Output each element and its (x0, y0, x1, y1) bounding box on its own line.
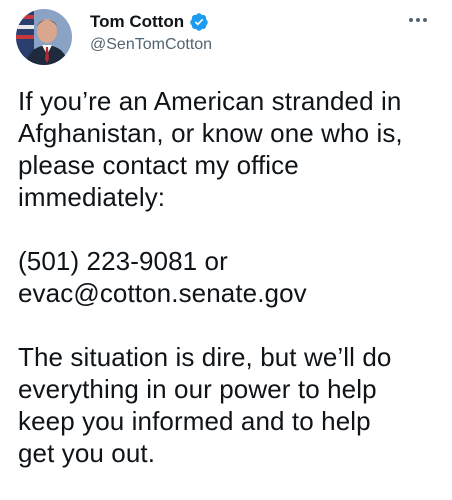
tweet-line: get you out. (18, 438, 156, 468)
tweet-line: keep you informed and to help (18, 406, 371, 436)
author-handle[interactable]: @SenTomCotton (90, 36, 212, 54)
more-dot (416, 18, 420, 22)
phone-number-text: (501) 223-9081 or (18, 246, 228, 276)
tweet-paragraph-3: The situation is dire, but we’ll do ever… (18, 341, 438, 469)
more-dot (423, 18, 427, 22)
email-text: evac@cotton.senate.gov (18, 278, 307, 308)
profile-photo-icon (16, 9, 72, 65)
author-display-name[interactable]: Tom Cotton (90, 12, 184, 32)
author-avatar[interactable] (16, 9, 72, 65)
tweet-text: If you’re an American stranded in Afghan… (18, 85, 438, 469)
tweet-line: please contact my office (18, 150, 299, 180)
tweet-line: Afghanistan, or know one who is, (18, 118, 403, 148)
tweet-line: everything in our power to help (18, 374, 377, 404)
verified-badge-icon (189, 12, 209, 32)
more-dot (409, 18, 413, 22)
author-name-row: Tom Cotton (90, 11, 209, 33)
more-options-icon[interactable] (408, 12, 428, 28)
tweet-paragraph-2: (501) 223-9081 or evac@cotton.senate.gov (18, 245, 438, 309)
tweet-line: The situation is dire, but we’ll do (18, 342, 392, 372)
tweet-paragraph-1: If you’re an American stranded in Afghan… (18, 85, 438, 213)
tweet-card: Tom Cotton @SenTomCotton If you’re an Am… (0, 0, 452, 500)
tweet-line: immediately: (18, 182, 166, 212)
tweet-line: If you’re an American stranded in (18, 86, 402, 116)
